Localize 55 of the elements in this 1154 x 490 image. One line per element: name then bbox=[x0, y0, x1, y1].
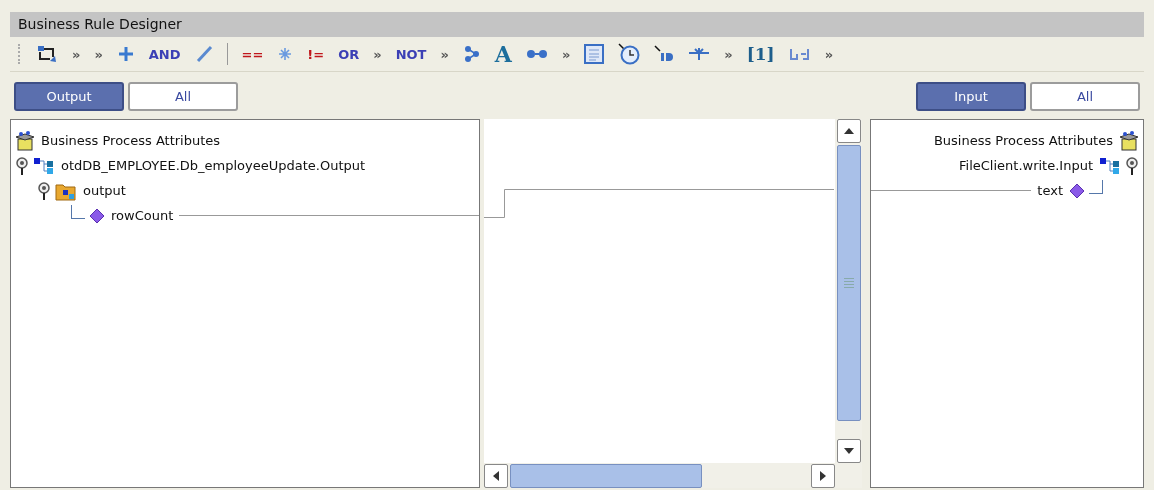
operator-button[interactable]: OR bbox=[338, 47, 360, 61]
tree-node-label[interactable]: Business Process Attributes bbox=[39, 130, 223, 151]
scroll-thumb[interactable] bbox=[510, 463, 702, 488]
expand-handle-icon[interactable] bbox=[37, 180, 51, 201]
scroll-down-button[interactable] bbox=[836, 439, 861, 463]
loop-arrows-icon[interactable] bbox=[36, 44, 58, 64]
plus-icon[interactable] bbox=[116, 45, 135, 63]
diamond-icon bbox=[1069, 182, 1085, 199]
operator-button[interactable]: [1] bbox=[746, 45, 775, 63]
tree-node-label[interactable]: text bbox=[1035, 180, 1065, 201]
scroll-right-button[interactable] bbox=[811, 463, 835, 488]
scroll-up-button[interactable] bbox=[836, 119, 861, 143]
chevron-button[interactable]: » bbox=[561, 47, 571, 61]
structure-icon bbox=[1099, 155, 1121, 176]
operator-button[interactable]: != bbox=[307, 47, 325, 61]
split-icon[interactable] bbox=[688, 45, 711, 63]
filter-tab[interactable]: Input bbox=[916, 82, 1026, 111]
expand-handle-icon[interactable] bbox=[15, 155, 29, 176]
chevron-button[interactable]: » bbox=[373, 47, 382, 61]
chevron-button[interactable]: » bbox=[72, 47, 81, 61]
scroll-thumb[interactable] bbox=[836, 145, 861, 421]
chevron-button[interactable]: » bbox=[440, 47, 449, 61]
operator-button[interactable]: A bbox=[494, 43, 512, 65]
document-icon[interactable] bbox=[584, 44, 605, 64]
tree-node-label[interactable]: otdDB_EMPLOYEE.Db_employeeUpdate.Output bbox=[59, 155, 368, 176]
tree-node-label[interactable]: Business Process Attributes bbox=[931, 130, 1115, 151]
vertical-scrollbar[interactable] bbox=[835, 119, 862, 463]
chevron-button[interactable]: » bbox=[94, 47, 103, 61]
clock-icon[interactable] bbox=[618, 43, 641, 65]
panel-title: Business Rule Designer bbox=[18, 15, 182, 34]
box-icon bbox=[1119, 130, 1139, 151]
filter-tab[interactable]: Output bbox=[14, 82, 124, 111]
horizontal-scrollbar[interactable] bbox=[484, 463, 862, 488]
tree-node-label[interactable]: FileClient.write.Input bbox=[957, 155, 1095, 176]
grip-handle-icon[interactable] bbox=[18, 44, 22, 64]
operator-button[interactable]: NOT bbox=[395, 47, 427, 61]
tree-node-label[interactable]: output bbox=[81, 180, 128, 201]
scroll-left-button[interactable] bbox=[484, 463, 508, 488]
slash-icon[interactable] bbox=[194, 45, 213, 63]
chevron-button[interactable]: » bbox=[724, 47, 733, 61]
operator-button[interactable]: AND bbox=[148, 47, 181, 61]
structure-icon bbox=[33, 155, 55, 176]
nodes-icon[interactable] bbox=[462, 45, 481, 63]
chevron-button[interactable]: » bbox=[824, 47, 834, 61]
brackets-icon[interactable] bbox=[788, 46, 811, 62]
connector-icon[interactable] bbox=[525, 47, 548, 61]
operator-button[interactable]: == bbox=[241, 47, 264, 61]
filter-tab[interactable]: All bbox=[128, 82, 238, 111]
box-icon bbox=[15, 130, 35, 151]
diamond-icon bbox=[89, 207, 105, 224]
arrow-tag-icon[interactable] bbox=[654, 45, 675, 63]
tree-node-label[interactable]: rowCount bbox=[109, 205, 176, 226]
filter-tab[interactable]: All bbox=[1030, 82, 1140, 111]
asterisk-icon[interactable] bbox=[277, 46, 294, 62]
expand-handle-icon[interactable] bbox=[1125, 155, 1139, 176]
